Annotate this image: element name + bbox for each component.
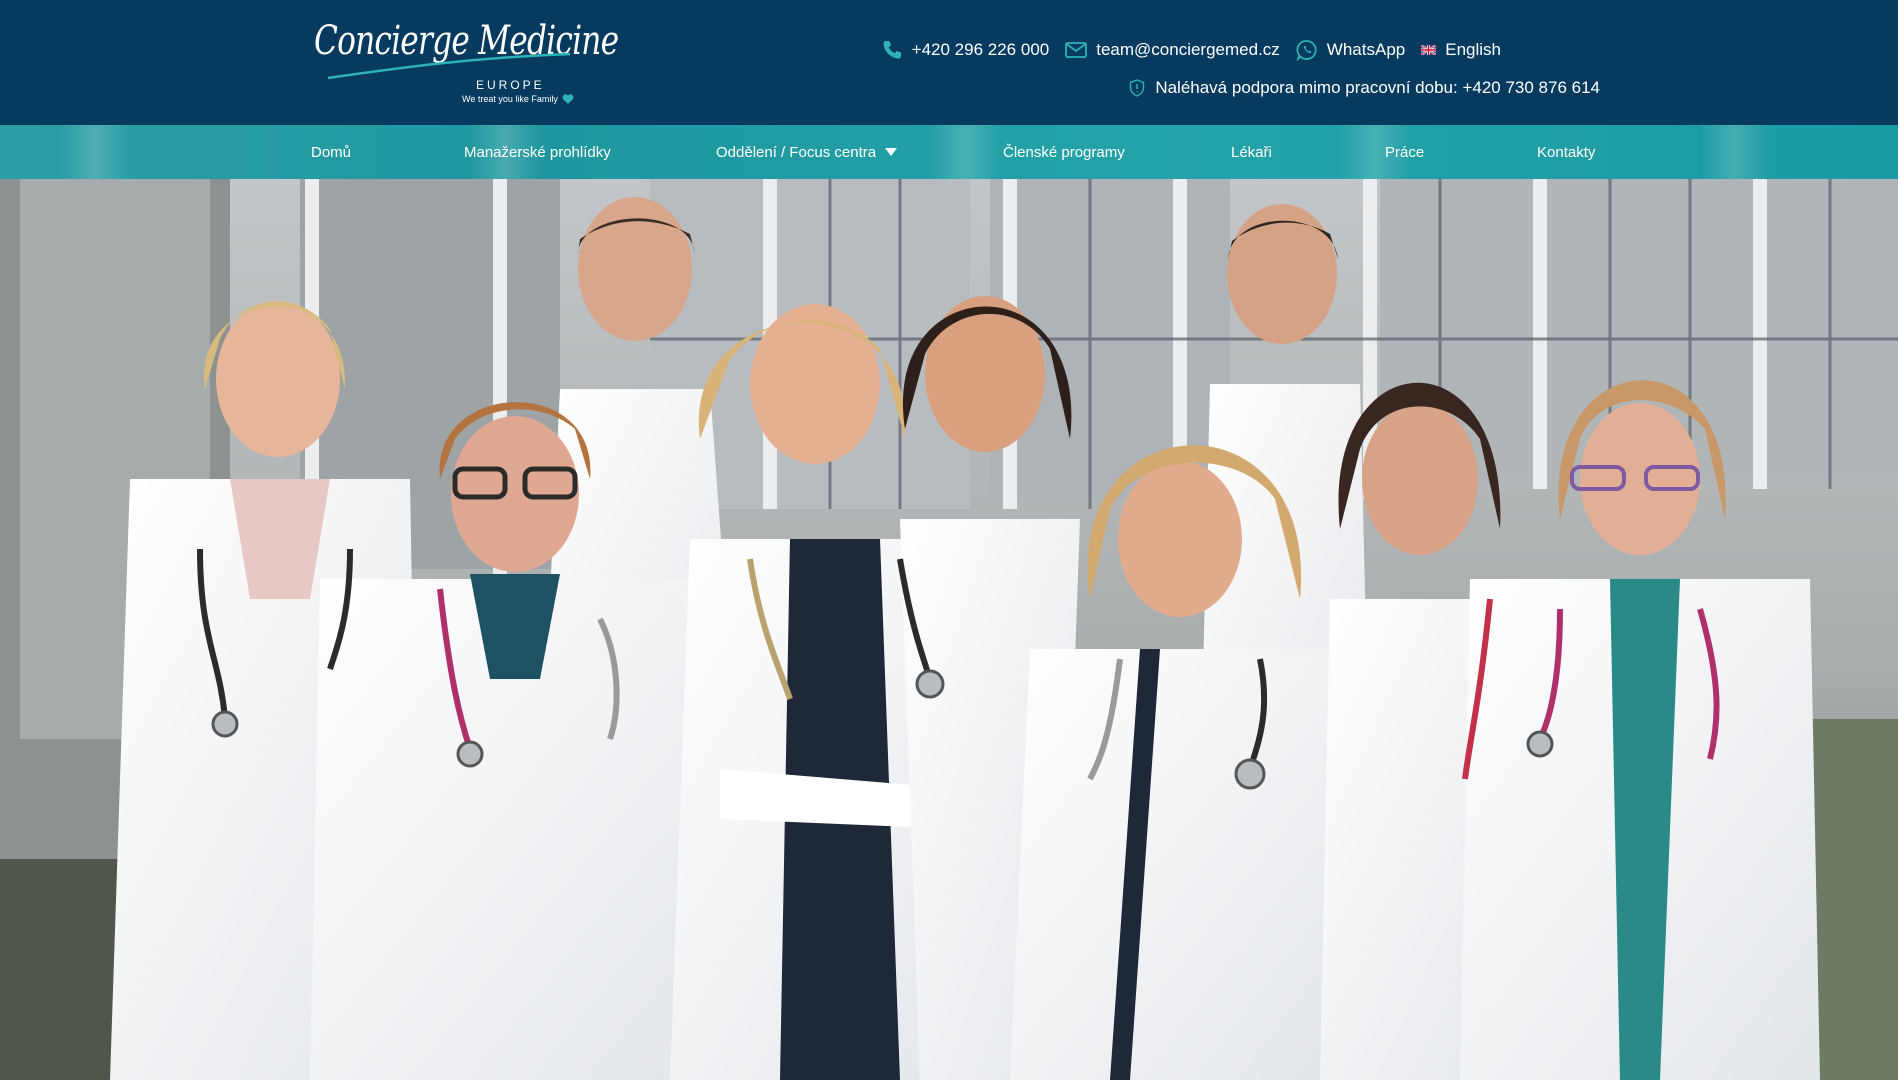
nav-shine — [60, 125, 130, 179]
nav-item-label: Manažerské prohlídky — [464, 143, 611, 161]
email-link[interactable]: team@conciergemed.cz — [1065, 40, 1280, 60]
caret-down-icon — [885, 148, 898, 156]
urgent-support-link[interactable]: Naléhavá podpora mimo pracovní dobu: +42… — [1129, 77, 1600, 99]
nav-shine — [1700, 125, 1770, 179]
email-address: team@conciergemed.cz — [1096, 40, 1280, 59]
phone-link[interactable]: +420 296 226 000 — [881, 39, 1050, 61]
whatsapp-icon — [1296, 40, 1317, 61]
heart-icon — [562, 94, 574, 104]
nav-shine — [930, 125, 1000, 179]
urgent-support-text: Naléhavá podpora mimo pracovní dobu: +42… — [1155, 78, 1600, 97]
language-switch[interactable]: English — [1421, 40, 1501, 60]
phone-icon — [883, 41, 901, 59]
nav-item-executive-checkups[interactable]: Manažerské prohlídky — [464, 125, 611, 179]
envelope-icon — [1065, 42, 1088, 58]
nav-item-departments[interactable]: Oddělení / Focus centra — [716, 125, 898, 179]
nav-item-label: Domů — [311, 143, 352, 161]
site-logo[interactable]: Concierge Medicine EUROPE We treat you l… — [314, 16, 619, 104]
nav-item-careers[interactable]: Práce — [1385, 125, 1424, 179]
hero-illustration — [0, 179, 1898, 1080]
nav-item-doctors[interactable]: Lékaři — [1231, 125, 1272, 179]
nav-item-membership[interactable]: Členské programy — [1003, 125, 1125, 179]
site-header: Concierge Medicine EUROPE We treat you l… — [0, 0, 1898, 125]
phone-number: +420 296 226 000 — [911, 40, 1050, 59]
main-navigation: Domů Manažerské prohlídky Oddělení / Foc… — [0, 125, 1898, 179]
logo-tagline: We treat you like Family — [462, 94, 558, 104]
whatsapp-link[interactable]: WhatsApp — [1296, 39, 1405, 61]
nav-item-label: Práce — [1385, 143, 1425, 161]
nav-item-label: Kontakty — [1537, 143, 1596, 161]
uk-flag-icon — [1421, 45, 1437, 55]
shield-icon — [1130, 79, 1145, 97]
contact-bar: +420 296 226 000 team@conciergemed.cz Wh… — [881, 38, 1501, 62]
nav-item-label: Členské programy — [1003, 143, 1125, 161]
nav-item-label: Lékaři — [1231, 143, 1272, 161]
logo-europe: EUROPE — [476, 78, 545, 92]
nav-item-label: Oddělení / Focus centra — [716, 143, 877, 161]
nav-item-contacts[interactable]: Kontakty — [1537, 125, 1595, 179]
hero-team-photo — [0, 179, 1898, 1080]
whatsapp-label: WhatsApp — [1326, 40, 1406, 59]
language-label: English — [1445, 40, 1501, 59]
nav-item-home[interactable]: Domů — [311, 125, 351, 179]
